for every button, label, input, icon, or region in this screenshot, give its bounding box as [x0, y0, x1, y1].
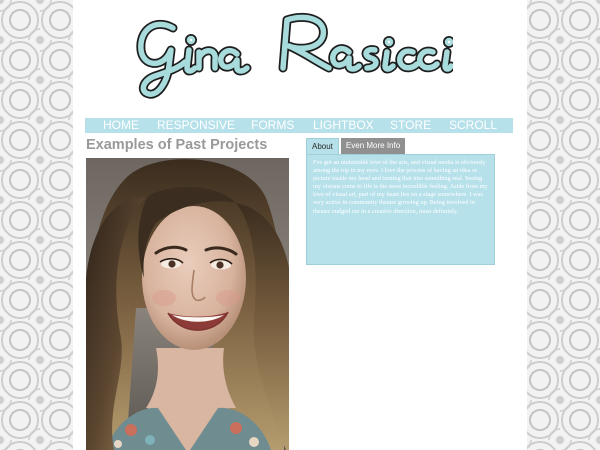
nav-item-home[interactable]: HOME — [103, 118, 139, 133]
section-heading: Examples of Past Projects — [86, 137, 268, 153]
nav-item-lightbox[interactable]: LIGHTBOX — [313, 118, 374, 133]
tab-even-more-info[interactable]: Even More Info — [340, 138, 406, 154]
nav-item-forms[interactable]: FORMS — [251, 118, 294, 133]
info-tabs: About Even More Info — [306, 138, 406, 154]
nav-item-responsive[interactable]: RESPONSIVE — [157, 118, 235, 133]
portrait-image[interactable] — [86, 158, 289, 450]
tab-about[interactable]: About — [306, 138, 339, 154]
main-nav: HOME RESPONSIVE FORMS LIGHTBOX STORE SCR… — [85, 118, 513, 133]
page-container: .lt { fill: none; stroke: #1e1e1e; strok… — [73, 0, 527, 450]
site-logo[interactable]: .lt { fill: none; stroke: #1e1e1e; strok… — [133, 6, 453, 102]
nav-item-scroll[interactable]: SCROLL — [449, 118, 497, 133]
about-panel: I've got an undeniable love of the arts,… — [306, 154, 495, 265]
nav-item-store[interactable]: STORE — [390, 118, 431, 133]
about-text: I've got an undeniable love of the arts,… — [313, 159, 488, 215]
